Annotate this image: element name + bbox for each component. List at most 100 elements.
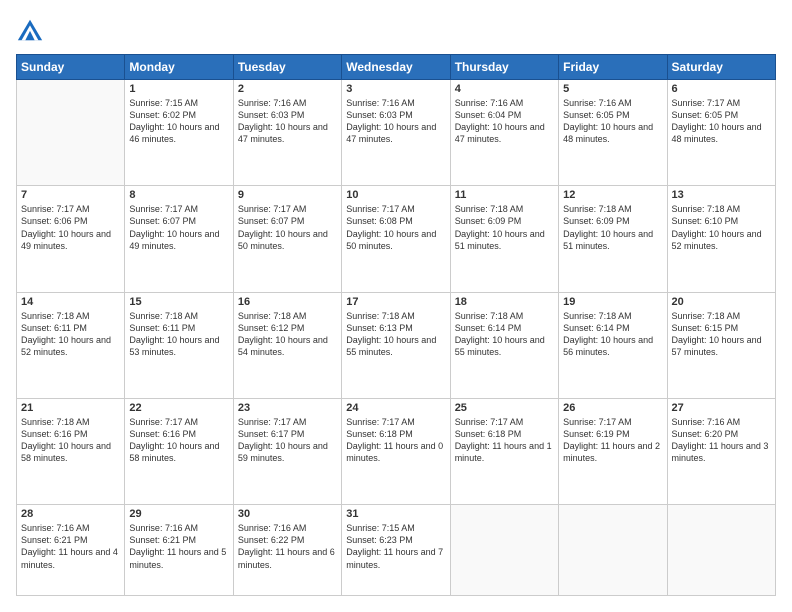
day-info: Sunrise: 7:18 AM Sunset: 6:14 PM Dayligh… xyxy=(563,310,662,359)
calendar-cell: 22 Sunrise: 7:17 AM Sunset: 6:16 PM Dayli… xyxy=(125,398,233,504)
day-info: Sunrise: 7:17 AM Sunset: 6:07 PM Dayligh… xyxy=(238,203,337,252)
day-info: Sunrise: 7:17 AM Sunset: 6:16 PM Dayligh… xyxy=(129,416,228,465)
day-number: 31 xyxy=(346,508,445,520)
calendar-cell xyxy=(450,505,558,596)
day-info: Sunrise: 7:17 AM Sunset: 6:05 PM Dayligh… xyxy=(672,97,771,146)
day-info: Sunrise: 7:16 AM Sunset: 6:03 PM Dayligh… xyxy=(346,97,445,146)
day-info: Sunrise: 7:17 AM Sunset: 6:06 PM Dayligh… xyxy=(21,203,120,252)
day-number: 15 xyxy=(129,296,228,308)
calendar-cell: 6 Sunrise: 7:17 AM Sunset: 6:05 PM Daylig… xyxy=(667,80,775,186)
day-info: Sunrise: 7:16 AM Sunset: 6:05 PM Dayligh… xyxy=(563,97,662,146)
calendar-cell: 3 Sunrise: 7:16 AM Sunset: 6:03 PM Daylig… xyxy=(342,80,450,186)
day-number: 13 xyxy=(672,189,771,201)
calendar-cell: 5 Sunrise: 7:16 AM Sunset: 6:05 PM Daylig… xyxy=(559,80,667,186)
calendar-cell: 23Sunrise: 7:17 AM Sunset: 6:17 PM Dayli… xyxy=(233,398,341,504)
calendar-week-5: 28 Sunrise: 7:16 AM Sunset: 6:21 PM Dayli… xyxy=(17,505,776,596)
calendar-cell: 24 Sunrise: 7:17 AM Sunset: 6:18 PM Dayli… xyxy=(342,398,450,504)
header xyxy=(16,16,776,44)
calendar-cell: 11Sunrise: 7:18 AM Sunset: 6:09 PM Dayli… xyxy=(450,186,558,292)
day-info: Sunrise: 7:18 AM Sunset: 6:15 PM Dayligh… xyxy=(672,310,771,359)
day-number: 29 xyxy=(129,508,228,520)
day-number: 28 xyxy=(21,508,120,520)
day-info: Sunrise: 7:18 AM Sunset: 6:14 PM Dayligh… xyxy=(455,310,554,359)
day-info: Sunrise: 7:17 AM Sunset: 6:19 PM Dayligh… xyxy=(563,416,662,465)
calendar-cell: 2 Sunrise: 7:16 AM Sunset: 6:03 PM Daylig… xyxy=(233,80,341,186)
day-number: 23 xyxy=(238,402,337,414)
day-info: Sunrise: 7:18 AM Sunset: 6:12 PM Dayligh… xyxy=(238,310,337,359)
calendar-cell xyxy=(559,505,667,596)
calendar-cell: 4 Sunrise: 7:16 AM Sunset: 6:04 PM Daylig… xyxy=(450,80,558,186)
day-header-sunday: Sunday xyxy=(17,55,125,80)
day-info: Sunrise: 7:17 AM Sunset: 6:08 PM Dayligh… xyxy=(346,203,445,252)
day-header-saturday: Saturday xyxy=(667,55,775,80)
calendar-cell: 25Sunrise: 7:17 AM Sunset: 6:18 PM Dayli… xyxy=(450,398,558,504)
day-number: 6 xyxy=(672,83,771,95)
day-info: Sunrise: 7:18 AM Sunset: 6:10 PM Dayligh… xyxy=(672,203,771,252)
page: SundayMondayTuesdayWednesdayThursdayFrid… xyxy=(0,0,792,612)
day-number: 9 xyxy=(238,189,337,201)
day-number: 26 xyxy=(563,402,662,414)
calendar-cell: 29 Sunrise: 7:16 AM Sunset: 6:21 PM Dayli… xyxy=(125,505,233,596)
calendar-cell: 9 Sunrise: 7:17 AM Sunset: 6:07 PM Daylig… xyxy=(233,186,341,292)
day-info: Sunrise: 7:18 AM Sunset: 6:09 PM Dayligh… xyxy=(455,203,554,252)
calendar-cell: 7Sunrise: 7:17 AM Sunset: 6:06 PM Daylig… xyxy=(17,186,125,292)
day-header-wednesday: Wednesday xyxy=(342,55,450,80)
day-number: 2 xyxy=(238,83,337,95)
calendar-cell: 18 Sunrise: 7:18 AM Sunset: 6:14 PM Dayli… xyxy=(450,292,558,398)
day-number: 22 xyxy=(129,402,228,414)
day-number: 12 xyxy=(563,189,662,201)
calendar-cell xyxy=(667,505,775,596)
day-number: 1 xyxy=(129,83,228,95)
day-number: 17 xyxy=(346,296,445,308)
calendar-table: SundayMondayTuesdayWednesdayThursdayFrid… xyxy=(16,54,776,596)
day-info: Sunrise: 7:15 AM Sunset: 6:02 PM Dayligh… xyxy=(129,97,228,146)
day-info: Sunrise: 7:17 AM Sunset: 6:07 PM Dayligh… xyxy=(129,203,228,252)
day-number: 18 xyxy=(455,296,554,308)
day-number: 14 xyxy=(21,296,120,308)
day-info: Sunrise: 7:18 AM Sunset: 6:13 PM Dayligh… xyxy=(346,310,445,359)
day-number: 20 xyxy=(672,296,771,308)
day-header-friday: Friday xyxy=(559,55,667,80)
calendar-week-2: 7Sunrise: 7:17 AM Sunset: 6:06 PM Daylig… xyxy=(17,186,776,292)
calendar-cell: 19 Sunrise: 7:18 AM Sunset: 6:14 PM Dayli… xyxy=(559,292,667,398)
day-info: Sunrise: 7:18 AM Sunset: 6:16 PM Dayligh… xyxy=(21,416,120,465)
calendar-cell: 13 Sunrise: 7:18 AM Sunset: 6:10 PM Dayli… xyxy=(667,186,775,292)
day-info: Sunrise: 7:15 AM Sunset: 6:23 PM Dayligh… xyxy=(346,522,445,571)
calendar-cell: 15 Sunrise: 7:18 AM Sunset: 6:11 PM Dayli… xyxy=(125,292,233,398)
calendar-cell: 12Sunrise: 7:18 AM Sunset: 6:09 PM Dayli… xyxy=(559,186,667,292)
calendar-week-3: 14 Sunrise: 7:18 AM Sunset: 6:11 PM Dayli… xyxy=(17,292,776,398)
day-number: 19 xyxy=(563,296,662,308)
day-number: 8 xyxy=(129,189,228,201)
logo xyxy=(16,16,46,44)
calendar-cell: 28 Sunrise: 7:16 AM Sunset: 6:21 PM Dayli… xyxy=(17,505,125,596)
calendar-cell: 16Sunrise: 7:18 AM Sunset: 6:12 PM Dayli… xyxy=(233,292,341,398)
calendar-cell: 14Sunrise: 7:18 AM Sunset: 6:11 PM Dayli… xyxy=(17,292,125,398)
day-info: Sunrise: 7:16 AM Sunset: 6:20 PM Dayligh… xyxy=(672,416,771,465)
calendar-week-1: 1 Sunrise: 7:15 AM Sunset: 6:02 PM Daylig… xyxy=(17,80,776,186)
day-number: 5 xyxy=(563,83,662,95)
day-number: 21 xyxy=(21,402,120,414)
calendar-cell: 10 Sunrise: 7:17 AM Sunset: 6:08 PM Dayli… xyxy=(342,186,450,292)
day-number: 24 xyxy=(346,402,445,414)
day-number: 4 xyxy=(455,83,554,95)
day-info: Sunrise: 7:16 AM Sunset: 6:21 PM Dayligh… xyxy=(21,522,120,571)
day-number: 3 xyxy=(346,83,445,95)
calendar-cell: 27 Sunrise: 7:16 AM Sunset: 6:20 PM Dayli… xyxy=(667,398,775,504)
day-header-monday: Monday xyxy=(125,55,233,80)
calendar-cell: 1 Sunrise: 7:15 AM Sunset: 6:02 PM Daylig… xyxy=(125,80,233,186)
calendar-cell: 20 Sunrise: 7:18 AM Sunset: 6:15 PM Dayli… xyxy=(667,292,775,398)
day-number: 30 xyxy=(238,508,337,520)
day-info: Sunrise: 7:16 AM Sunset: 6:03 PM Dayligh… xyxy=(238,97,337,146)
day-info: Sunrise: 7:16 AM Sunset: 6:04 PM Dayligh… xyxy=(455,97,554,146)
day-header-tuesday: Tuesday xyxy=(233,55,341,80)
day-number: 10 xyxy=(346,189,445,201)
day-info: Sunrise: 7:16 AM Sunset: 6:22 PM Dayligh… xyxy=(238,522,337,571)
calendar-cell: 26 Sunrise: 7:17 AM Sunset: 6:19 PM Dayli… xyxy=(559,398,667,504)
day-header-thursday: Thursday xyxy=(450,55,558,80)
day-number: 27 xyxy=(672,402,771,414)
day-info: Sunrise: 7:16 AM Sunset: 6:21 PM Dayligh… xyxy=(129,522,228,571)
calendar-header-row: SundayMondayTuesdayWednesdayThursdayFrid… xyxy=(17,55,776,80)
calendar-cell: 17 Sunrise: 7:18 AM Sunset: 6:13 PM Dayli… xyxy=(342,292,450,398)
day-info: Sunrise: 7:18 AM Sunset: 6:11 PM Dayligh… xyxy=(129,310,228,359)
day-info: Sunrise: 7:17 AM Sunset: 6:18 PM Dayligh… xyxy=(346,416,445,465)
